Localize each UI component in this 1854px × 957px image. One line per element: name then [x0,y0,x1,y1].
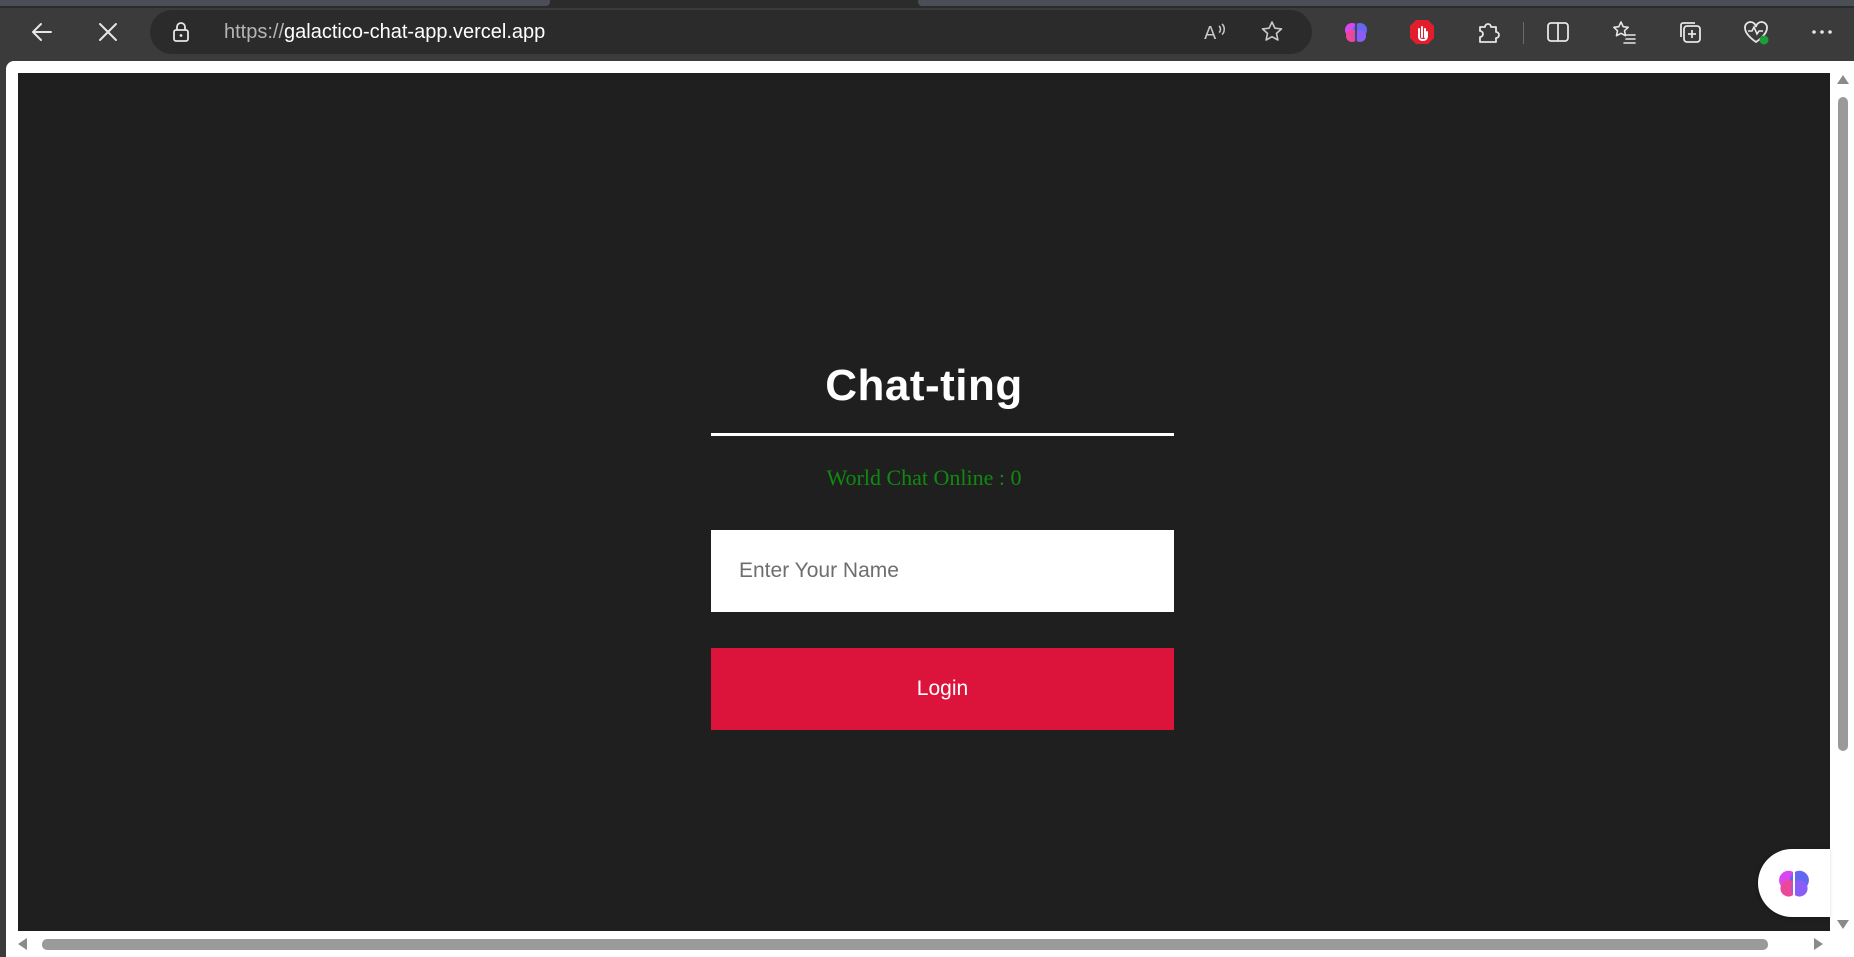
tab-right[interactable] [918,0,1854,6]
stop-loading-button[interactable] [88,12,128,52]
more-icon [1812,30,1832,34]
toolbar-separator [1523,22,1524,44]
puzzle-icon [1479,23,1500,43]
brain-icon [1779,870,1809,897]
browser-toolbar: https://galactico-chat-app.vercel.app A [0,8,1854,58]
favorites-list-icon [1613,21,1636,44]
back-arrow-icon [32,23,52,41]
horizontal-scrollbar[interactable] [6,931,1854,957]
address-bar[interactable]: https://galactico-chat-app.vercel.app A [150,10,1312,54]
collections-icon [1680,22,1701,43]
tab-left[interactable] [0,0,550,6]
page-title: Chat-ting [825,361,1023,410]
brain-extension-button[interactable] [1336,12,1376,52]
brain-icon [1345,23,1367,42]
vertical-scrollbar[interactable] [1830,73,1854,931]
split-screen-icon [1547,22,1569,42]
floating-assistant-button[interactable] [1758,849,1830,917]
stop-hand-extension-button[interactable] [1402,12,1442,52]
online-count-text: World Chat Online : 0 [826,465,1022,490]
favorites-button[interactable] [1604,12,1644,52]
star-icon[interactable] [1258,18,1286,46]
login-button[interactable]: Login [711,648,1174,730]
scroll-left-arrow-icon[interactable] [18,938,27,950]
close-icon [99,23,117,41]
title-divider [711,433,1174,436]
name-input[interactable] [711,530,1174,612]
browser-essentials-icon [1744,21,1769,45]
url-host: galactico-chat-app.vercel.app [284,21,546,43]
url-scheme: https:// [224,21,285,43]
scroll-up-arrow-icon[interactable] [1837,75,1849,84]
url-text[interactable]: https://galactico-chat-app.vercel.app [224,21,545,43]
scroll-right-arrow-icon[interactable] [1814,938,1823,950]
svg-text:A: A [1204,23,1217,44]
chat-login-page: Chat-ting World Chat Online : 0 Login [18,73,1830,931]
vertical-scroll-thumb[interactable] [1838,97,1848,751]
back-button[interactable] [22,12,62,52]
collections-button[interactable] [1670,12,1710,52]
extensions-button[interactable] [1468,12,1508,52]
split-screen-button[interactable] [1538,12,1578,52]
lock-icon[interactable] [170,21,192,43]
stop-hand-icon [1410,20,1434,44]
horizontal-scroll-thumb[interactable] [42,939,1768,950]
tab-strip [0,0,1854,8]
read-aloud-icon[interactable]: A [1202,18,1230,46]
more-button[interactable] [1802,12,1842,52]
scroll-down-arrow-icon[interactable] [1837,920,1849,929]
browser-essentials-button[interactable] [1736,12,1776,52]
